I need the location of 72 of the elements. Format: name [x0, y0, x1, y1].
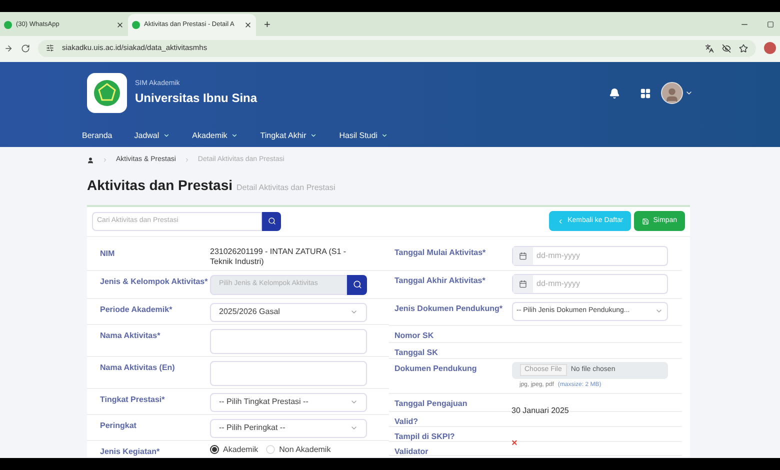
nav-menu-item[interactable]: Jadwal — [134, 130, 160, 142]
nav-menu-item[interactable]: Akademik — [192, 130, 228, 142]
radio-button[interactable] — [210, 445, 219, 454]
site-icon — [4, 21, 12, 29]
search-button[interactable] — [262, 212, 281, 230]
chevron-down-icon[interactable] — [381, 132, 388, 139]
select-field[interactable]: -- Pilih Tingkat Prestasi -- — [210, 392, 367, 412]
chevron-left-icon — [556, 218, 564, 224]
field-label: Tanggal Pengajuan — [394, 398, 468, 410]
field-label: Valid? — [394, 416, 420, 426]
field-label: NIM — [99, 248, 116, 260]
page-title: Aktivitas dan Prestasi — [87, 176, 233, 194]
user-avatar[interactable] — [661, 82, 683, 104]
caret-icon[interactable] — [685, 89, 693, 97]
close-icon[interactable] — [244, 21, 252, 29]
apps-grid-icon[interactable] — [640, 88, 651, 98]
eye-off-icon[interactable] — [722, 44, 731, 52]
chevron-down-icon — [350, 308, 358, 316]
select-field[interactable]: -- Pilih Peringkat -- — [210, 418, 367, 438]
close-icon[interactable] — [116, 21, 124, 29]
notification-icon[interactable] — [609, 88, 620, 98]
nav-menu-item[interactable]: Hasil Studi — [339, 130, 378, 142]
field-label: Nomor SK — [394, 330, 435, 342]
site-icon — [132, 21, 140, 29]
maximize-icon[interactable] — [767, 21, 774, 28]
field-label: Jenis Kegiatan* — [99, 446, 161, 456]
translate-icon[interactable] — [705, 44, 714, 52]
field-label: Jenis & Kelompok Aktivitas* — [99, 276, 209, 288]
field-label: Dokumen Pendukung — [394, 362, 478, 375]
field-label: Validator — [394, 446, 430, 454]
search-icon — [352, 280, 362, 289]
field-value: 30 Januari 2025 — [512, 406, 569, 414]
university-name: Universitas Ibnu Sina — [135, 90, 258, 108]
cross-mark: × — [512, 438, 518, 448]
chevron-down-icon — [654, 307, 662, 315]
home-icon[interactable] — [87, 156, 94, 164]
field-label: Periode Akademik* — [99, 304, 174, 316]
calendar-icon — [518, 252, 526, 260]
field-label: Jenis Dokumen Pendukung* — [394, 302, 504, 315]
bookmark-icon[interactable] — [739, 44, 748, 52]
chevron-down-icon[interactable] — [163, 132, 170, 139]
chevron-down-icon[interactable] — [231, 132, 238, 139]
calendar-icon — [518, 280, 526, 288]
nav-menu-item[interactable]: Beranda — [82, 130, 112, 142]
field-label: Tanggal Mulai Aktivitas* — [394, 246, 487, 259]
university-logo — [87, 73, 127, 113]
field-label: Tanggal SK — [394, 346, 439, 358]
chevron-down-icon — [350, 398, 358, 406]
site-settings-icon[interactable] — [46, 44, 54, 52]
chevron-down-icon — [350, 424, 358, 432]
field-label: Nama Aktivitas (En) — [99, 362, 176, 374]
nim-value: 231026201199 - INTAN ZATURA (S1 - Teknik Industri) — [210, 246, 348, 266]
chevron-down-icon[interactable] — [310, 132, 318, 139]
nav-menu-item[interactable]: Tingkat Akhir — [260, 130, 306, 142]
reload-icon[interactable] — [21, 44, 30, 52]
chevron-right-icon — [102, 157, 108, 164]
forward-icon[interactable] — [4, 44, 13, 52]
chevron-right-icon — [184, 157, 190, 164]
radio-label[interactable]: Akademik — [223, 444, 258, 454]
field-label: Tingkat Prestasi* — [99, 394, 166, 406]
field-label: Tanggal Akhir Aktivitas* — [394, 274, 486, 287]
profile-avatar[interactable] — [764, 42, 776, 54]
save-icon — [642, 218, 650, 224]
field-label: Tampil di SKPI? — [394, 430, 456, 440]
radio-label[interactable]: Non Akademik — [279, 444, 331, 454]
page-subtitle: Detail Aktivitas dan Prestasi — [236, 182, 336, 194]
field-label: Peringkat — [99, 420, 138, 432]
new-tab-button[interactable]: + — [256, 14, 278, 36]
field-label: Nama Aktivitas* — [99, 330, 162, 342]
lookup-button[interactable] — [347, 274, 367, 294]
select-field[interactable]: 2025/2026 Gasal — [210, 302, 367, 322]
search-icon — [268, 217, 276, 225]
